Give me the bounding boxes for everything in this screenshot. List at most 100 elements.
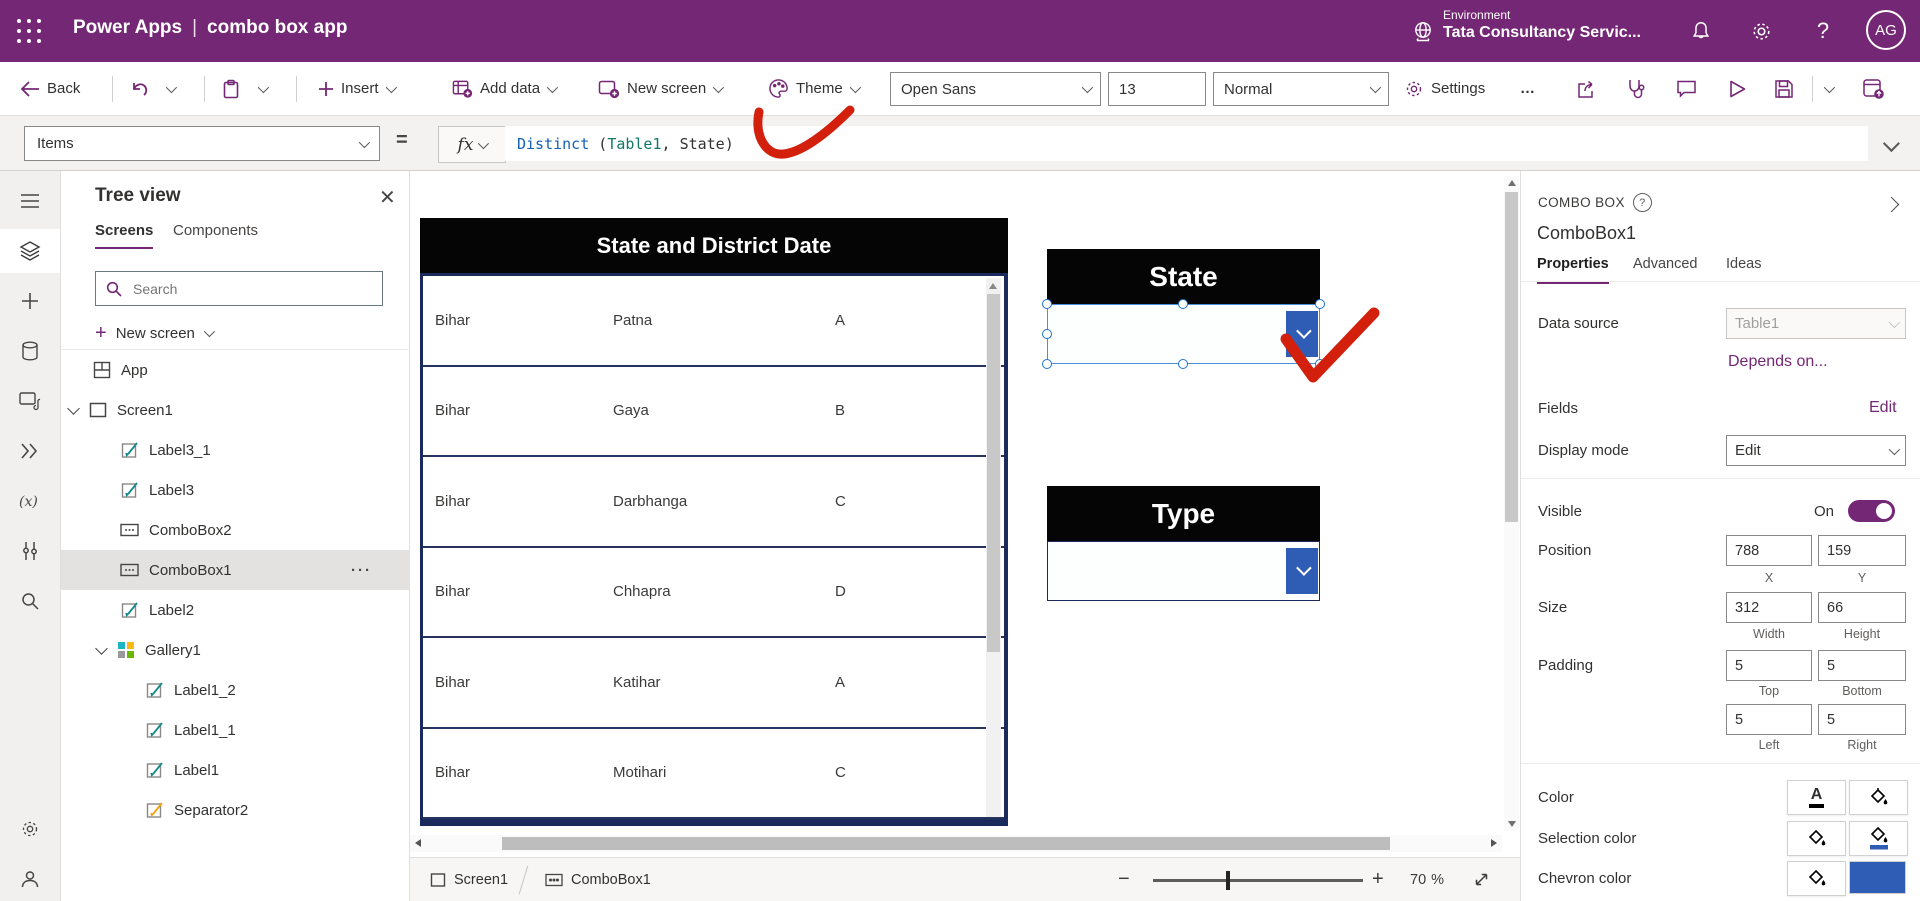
vertical-scroll-thumb[interactable] (1505, 192, 1518, 522)
selection-handle[interactable] (1315, 359, 1325, 369)
design-canvas[interactable]: State and District Date BiharPatnaABihar… (410, 171, 1520, 857)
panel-collapse-chevron[interactable] (1884, 197, 1900, 213)
tree-item-label1_1[interactable]: Label1_1 (61, 710, 410, 750)
breadcrumb-control[interactable]: ComboBox1 (545, 858, 651, 901)
back-button[interactable]: Back (20, 62, 80, 115)
scroll-up-arrow[interactable] (989, 283, 997, 289)
share-button[interactable] (1576, 62, 1598, 115)
chevron-color-swatch[interactable] (1849, 861, 1906, 894)
tab-ideas[interactable]: Ideas (1726, 256, 1761, 272)
help-circle-icon[interactable]: ? (1633, 193, 1652, 212)
font-color-button[interactable]: A (1787, 780, 1846, 815)
zoom-slider-thumb[interactable] (1226, 871, 1230, 890)
depends-on-link[interactable]: Depends on... (1728, 353, 1828, 371)
formula-expand-chevron[interactable] (1884, 138, 1896, 155)
fx-dropdown[interactable]: fx (438, 126, 506, 163)
tree-item-screen1[interactable]: Screen1 (61, 390, 410, 430)
type-combo-header[interactable]: Type (1047, 486, 1320, 541)
tree-item-label1_2[interactable]: Label1_2 (61, 670, 410, 710)
scroll-right-arrow[interactable] (1491, 839, 1497, 847)
type-combobox[interactable] (1047, 541, 1320, 601)
search-input[interactable] (131, 280, 372, 298)
gallery-scrollbar[interactable] (986, 278, 1001, 817)
gallery-row[interactable]: BiharMotihariC (423, 729, 1004, 820)
selection-handle[interactable] (1042, 299, 1052, 309)
variables-icon[interactable]: (x) (0, 479, 60, 523)
tree-item-label3_1[interactable]: Label3_1 (61, 430, 410, 470)
tree-item-label2[interactable]: Label2 (61, 590, 410, 630)
settings-button[interactable]: Settings (1404, 62, 1485, 115)
font-size-input[interactable]: 13 (1108, 72, 1206, 106)
add-data-menu[interactable]: Add data (452, 62, 555, 115)
chevron-font-color-button[interactable] (1787, 861, 1846, 896)
new-screen-menu[interactable]: New screen (598, 62, 721, 115)
data-icon[interactable] (0, 329, 60, 373)
hamburger-icon[interactable] (0, 179, 60, 223)
zoom-level[interactable]: 70 % (1410, 858, 1444, 901)
size-height-input[interactable] (1818, 592, 1906, 623)
position-y-input[interactable] (1818, 535, 1906, 566)
font-family-select[interactable]: Open Sans (890, 72, 1101, 106)
fit-to-window-icon[interactable] (1473, 858, 1490, 901)
tree-view-icon[interactable] (0, 229, 60, 273)
comments-button[interactable] (1676, 62, 1697, 115)
tree-item-separator2[interactable]: Separator2 (61, 790, 410, 830)
advanced-tools-icon[interactable] (0, 529, 60, 573)
selection-handle[interactable] (1315, 299, 1325, 309)
gallery-row[interactable]: BiharGayaB (423, 367, 1004, 458)
scroll-down-arrow[interactable] (1508, 821, 1516, 827)
scroll-left-arrow[interactable] (415, 839, 421, 847)
type-combo-chevron-button[interactable] (1286, 548, 1318, 594)
tree-item-gallery1[interactable]: Gallery1 (61, 630, 410, 670)
insert-plus-icon[interactable] (0, 279, 60, 323)
fill-color-button[interactable] (1849, 780, 1908, 815)
theme-menu[interactable]: Theme (768, 62, 858, 115)
settings-gear-icon[interactable] (1746, 16, 1776, 46)
horizontal-scroll-thumb[interactable] (502, 837, 1390, 850)
preview-play-button[interactable] (1728, 62, 1747, 115)
media-icon[interactable] (0, 379, 60, 423)
scroll-up-arrow[interactable] (1508, 180, 1516, 186)
position-x-input[interactable] (1726, 535, 1812, 566)
close-icon[interactable]: ✕ (379, 185, 396, 210)
tree-item-combobox2[interactable]: ComboBox2 (61, 510, 410, 550)
gallery-row[interactable]: BiharKatiharA (423, 638, 1004, 729)
tree-search-box[interactable] (95, 271, 383, 306)
tab-advanced[interactable]: Advanced (1633, 256, 1698, 272)
tree-item-label1[interactable]: Label1 (61, 750, 410, 790)
save-dropdown-chevron[interactable] (1824, 62, 1832, 115)
padding-top-input[interactable] (1726, 650, 1812, 681)
help-icon[interactable]: ? (1808, 16, 1838, 46)
waffle-menu-icon[interactable] (14, 16, 44, 46)
paste-button[interactable] (222, 62, 240, 115)
save-button[interactable] (1774, 62, 1794, 115)
app-checker-icon[interactable] (1626, 62, 1646, 115)
gallery-control[interactable]: BiharPatnaABiharGayaBBiharDarbhangaC Biha… (420, 273, 1008, 826)
gallery-scroll-thumb[interactable] (987, 294, 1000, 652)
avatar[interactable]: AG (1866, 10, 1906, 50)
state-combo-chevron-button[interactable] (1286, 311, 1318, 357)
zoom-slider-track[interactable] (1153, 879, 1363, 882)
tree-item-app[interactable]: App (61, 350, 410, 390)
padding-left-input[interactable] (1726, 704, 1812, 735)
text-style-select[interactable]: Normal (1213, 72, 1389, 106)
state-combo-header[interactable]: State (1047, 249, 1320, 304)
more-commands-button[interactable]: … (1520, 62, 1536, 115)
selection-font-color-button[interactable] (1787, 821, 1846, 856)
selection-fill-color-button[interactable] (1849, 821, 1908, 856)
environment-switcher[interactable]: Environment Tata Consultancy Servic... (1443, 8, 1641, 43)
tree-item-combobox1[interactable]: ComboBox1··· (61, 550, 410, 590)
selection-handle[interactable] (1042, 329, 1052, 339)
visible-toggle[interactable] (1848, 500, 1895, 522)
state-combobox[interactable] (1047, 304, 1320, 364)
power-automate-icon[interactable] (0, 429, 60, 473)
gallery-row[interactable]: BiharDarbhangaC (423, 457, 1004, 548)
selection-handle[interactable] (1042, 359, 1052, 369)
selection-handle[interactable] (1178, 299, 1188, 309)
property-selector[interactable]: Items (24, 126, 380, 161)
gallery-row[interactable]: BiharPatnaA (423, 276, 1004, 367)
canvas-vertical-scrollbar[interactable] (1504, 176, 1519, 831)
undo-button[interactable] (130, 62, 150, 115)
selection-handle[interactable] (1178, 359, 1188, 369)
breadcrumb-screen[interactable]: Screen1 (430, 858, 508, 901)
